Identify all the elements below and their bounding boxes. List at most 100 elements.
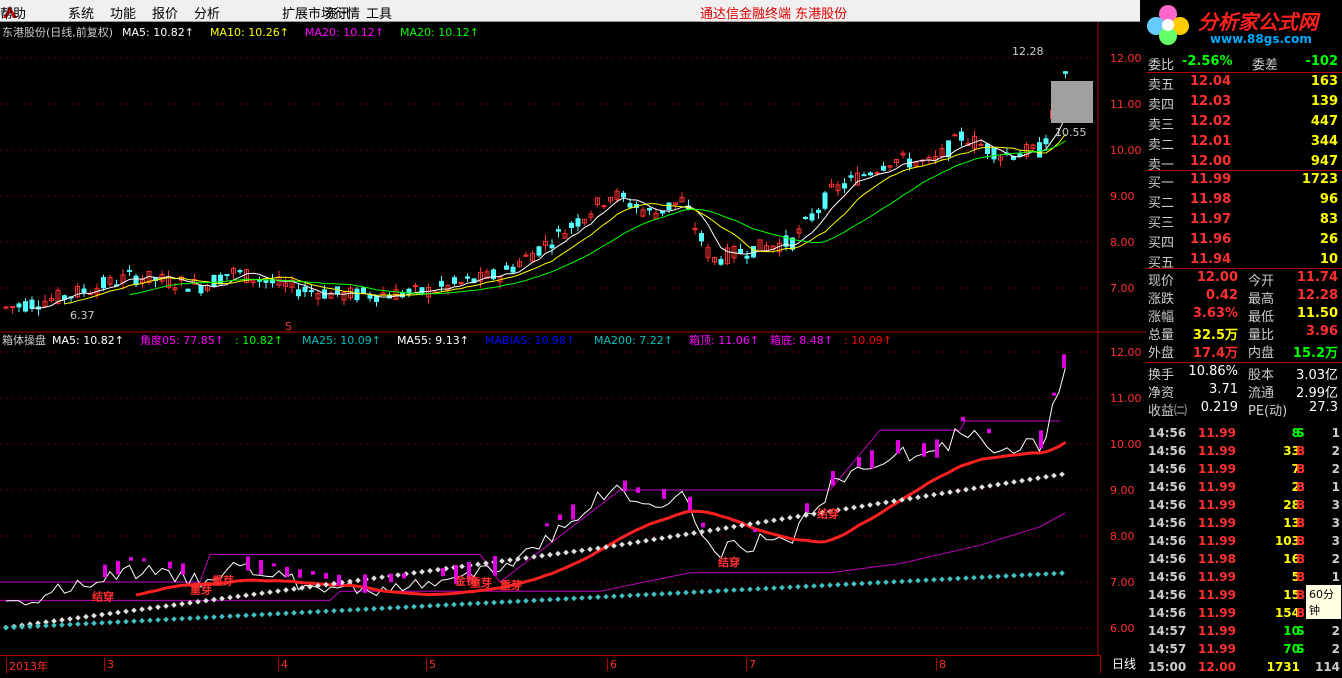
candle-body <box>549 244 555 249</box>
signal-bar <box>1039 430 1043 449</box>
ma200-dot <box>939 576 945 583</box>
brand-logo: 分析家公式网 www.88gs.com <box>1140 0 1342 50</box>
signal-bar <box>246 556 250 571</box>
signal-bar <box>142 558 146 562</box>
ma55-dot <box>1027 476 1033 483</box>
candle-body <box>575 218 581 227</box>
ma55-dot <box>931 491 937 498</box>
ma200-dot <box>483 600 489 606</box>
candle-body <box>29 299 35 309</box>
sub-axis-tick: 9.00 <box>1110 484 1135 497</box>
ma200-dot <box>563 595 569 602</box>
ma-lines <box>31 116 1066 309</box>
tick-row: 15:00 12.00 1731 114 <box>1146 660 1342 678</box>
ma200-dot <box>883 579 889 586</box>
time-axis-label: 2013年 <box>6 658 48 674</box>
candle-body <box>218 274 223 285</box>
tick-cell: 114 <box>1314 660 1340 674</box>
ma200-dot <box>99 619 105 626</box>
candle-body <box>959 131 964 141</box>
ma200-dot <box>443 602 449 608</box>
menu-tools[interactable]: 工具 <box>366 3 392 22</box>
quote-cell: 股本 <box>1248 368 1275 383</box>
ma200-dot <box>667 590 673 597</box>
ma55-dot <box>555 550 561 557</box>
ma55-dot <box>995 481 1001 488</box>
ma200-dot <box>355 606 361 613</box>
ma55-dot <box>955 488 961 494</box>
quote-cell: 11.50 <box>1296 306 1338 321</box>
ma55-dot <box>283 587 289 593</box>
ma200-dot <box>1003 573 1009 579</box>
tick-cell: B <box>1296 552 1306 566</box>
quote-cell: 总量 <box>1148 328 1175 343</box>
ma55-dot <box>379 574 385 580</box>
brand-url: www.88gs.com <box>1210 32 1312 46</box>
menu-help[interactable]: 帮助 <box>0 3 26 22</box>
signal-bar <box>363 574 367 593</box>
candle-body <box>627 203 633 208</box>
ma200-dot <box>371 605 377 612</box>
quote-cell: 涨跌 <box>1148 292 1175 307</box>
ma55-dot <box>1051 472 1057 479</box>
ma200-dot <box>731 587 737 593</box>
candle-body <box>263 280 269 283</box>
ma-line <box>129 140 1066 296</box>
signal-bar <box>805 503 809 513</box>
ma55-dot <box>587 546 593 553</box>
ma200-dot <box>91 620 97 627</box>
indicator-label: 箱顶: 11.06↑ <box>689 333 759 347</box>
ma200-dot <box>795 583 801 590</box>
ma200-dot <box>675 590 681 596</box>
ma55-dot <box>139 606 145 613</box>
menu-analysis[interactable]: 分析 <box>194 3 220 22</box>
time-axis-label: 7 <box>746 658 756 671</box>
ma200-dot <box>875 579 881 586</box>
ma55-dot <box>355 577 361 584</box>
ma55-dot <box>667 534 673 540</box>
menu-news[interactable]: 资讯 <box>324 3 350 22</box>
menu-quote[interactable]: 报价 <box>152 3 178 22</box>
ma55-dot <box>267 589 273 595</box>
ma200-dot <box>251 612 257 618</box>
menu-function[interactable]: 功能 <box>110 3 136 22</box>
signal-bar <box>961 416 965 422</box>
tick-cell: 11.99 <box>1198 498 1236 512</box>
ma200-dot <box>387 605 393 611</box>
stat-row: 总量 32.5万 量比 3.96 <box>1146 324 1342 343</box>
indicator-label: MA10: 10.26↑ <box>210 26 289 39</box>
quote-cell: 净资 <box>1148 386 1175 401</box>
ma55-dot <box>1043 474 1049 480</box>
tick-cell: 1 <box>1331 570 1340 584</box>
tick-cell: B <box>1296 534 1306 548</box>
quote-cell: 最低 <box>1248 310 1275 325</box>
ma55-dot <box>563 549 569 556</box>
candle-body <box>302 286 308 293</box>
quote-cell: 11.96 <box>1190 232 1232 247</box>
quote-cell: 11.98 <box>1190 192 1232 207</box>
period-tab[interactable]: 日线 <box>1100 655 1147 673</box>
ma55-dot <box>1003 480 1009 487</box>
ma200-dot <box>283 610 289 617</box>
ma200-dot <box>507 598 513 605</box>
chart-canvas[interactable]: 12.00 11.00 10.00 9.00 8.00 7.00 12.00 11.00 10… <box>0 22 1146 655</box>
ma55-dot <box>579 547 585 554</box>
ma200-dot <box>803 583 809 590</box>
quote-cell: 12.04 <box>1190 74 1232 89</box>
tick-cell: B <box>1296 588 1306 602</box>
candle-body <box>16 303 22 308</box>
tick-cell: 15:00 <box>1148 660 1187 674</box>
bid-row: 买三 11.97 83 <box>1146 212 1342 231</box>
tick-cell: 3 <box>1331 534 1340 548</box>
signal-bar <box>753 529 757 533</box>
ma55-dot <box>715 526 721 533</box>
tick-cell: 14:57 <box>1148 642 1187 656</box>
ma55-dot <box>939 490 945 497</box>
ma200-dot <box>755 586 761 592</box>
tick-cell: 11.99 <box>1198 426 1236 440</box>
quote-cell: 344 <box>1310 134 1338 149</box>
candle-body <box>647 208 652 211</box>
ma55-dot <box>691 530 697 536</box>
ma200-dot <box>67 621 73 628</box>
menu-system[interactable]: 系统 <box>68 3 94 22</box>
